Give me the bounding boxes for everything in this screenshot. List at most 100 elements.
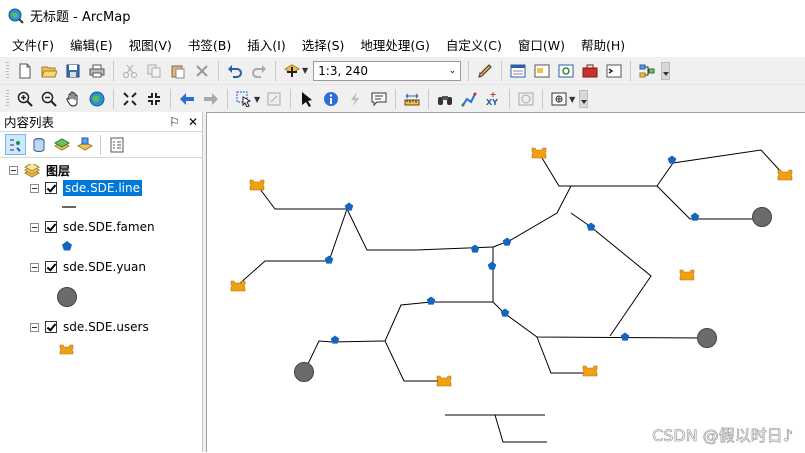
toolbar-grip[interactable] (6, 90, 9, 108)
delete-button[interactable] (191, 60, 213, 82)
layer-name[interactable]: sde.SDE.users (63, 320, 149, 334)
list-by-visibility-button[interactable] (51, 134, 72, 155)
copy-button[interactable] (143, 60, 165, 82)
time-slider-button[interactable] (515, 88, 537, 110)
menu-edit[interactable]: 编辑(E) (62, 33, 121, 56)
menu-geoprocessing[interactable]: 地理处理(G) (352, 33, 437, 56)
layer-row-famen[interactable]: sde.SDE.famen (30, 220, 155, 234)
user-point[interactable] (679, 269, 695, 281)
menu-view[interactable]: 视图(V) (121, 33, 180, 56)
toolbar-overflow-button[interactable] (661, 61, 671, 80)
model-builder-button[interactable] (636, 60, 658, 82)
pin-icon[interactable]: ⚐ (169, 115, 180, 129)
catalog-window-button[interactable] (531, 60, 553, 82)
pan-button[interactable] (62, 88, 84, 110)
collapse-icon[interactable] (30, 222, 39, 232)
go-forward-extent-button[interactable] (200, 88, 222, 110)
hyperlink-button[interactable] (344, 88, 366, 110)
yuan-circle[interactable] (752, 207, 772, 227)
user-point[interactable] (249, 179, 265, 191)
list-by-selection-button[interactable] (74, 134, 95, 155)
find-button[interactable] (434, 88, 456, 110)
toolbar-overflow-button[interactable] (579, 90, 589, 108)
valve-point[interactable] (586, 222, 596, 231)
clear-selection-button[interactable] (263, 88, 285, 110)
collapse-icon[interactable] (30, 322, 39, 332)
yuan-circle[interactable] (294, 362, 314, 382)
valve-point[interactable] (690, 212, 700, 221)
valve-point[interactable] (324, 255, 334, 264)
viewer-dropdown-icon[interactable]: ▼ (569, 95, 575, 104)
measure-button[interactable] (401, 88, 423, 110)
user-point[interactable] (436, 375, 452, 387)
layer-name[interactable]: sde.SDE.line (62, 179, 143, 197)
layer-visibility-checkbox[interactable] (45, 221, 57, 233)
select-features-dropdown-icon[interactable]: ▼ (254, 95, 260, 104)
yuan-circle[interactable] (697, 328, 717, 348)
menu-file[interactable]: 文件(F) (4, 33, 62, 56)
zoom-out-button[interactable] (38, 88, 60, 110)
redo-button[interactable] (248, 60, 270, 82)
add-data-button[interactable] (281, 60, 303, 82)
menu-help[interactable]: 帮助(H) (573, 33, 633, 56)
toolbar-grip[interactable] (6, 61, 9, 80)
valve-point[interactable] (470, 244, 480, 253)
valve-point[interactable] (667, 155, 677, 164)
user-point[interactable] (777, 169, 793, 181)
layer-row-yuan[interactable]: sde.SDE.yuan (30, 260, 146, 274)
save-button[interactable] (62, 60, 84, 82)
zoom-in-button[interactable] (14, 88, 36, 110)
layer-visibility-checkbox[interactable] (45, 321, 57, 333)
search-window-button[interactable] (555, 60, 577, 82)
go-to-xy-button[interactable]: XY (482, 88, 504, 110)
toc-options-button[interactable] (106, 134, 127, 155)
fixed-zoom-out-button[interactable] (143, 88, 165, 110)
paste-button[interactable] (167, 60, 189, 82)
find-route-button[interactable] (458, 88, 480, 110)
layer-row-line[interactable]: sde.SDE.line (30, 179, 143, 197)
valve-point[interactable] (487, 261, 497, 270)
undo-button[interactable] (224, 60, 246, 82)
close-icon[interactable]: ✕ (188, 115, 198, 129)
layer-name[interactable]: sde.SDE.famen (63, 220, 155, 234)
editor-toolbar-button[interactable] (474, 60, 496, 82)
collapse-icon[interactable] (30, 262, 39, 272)
menu-bookmarks[interactable]: 书签(B) (180, 33, 239, 56)
valve-point[interactable] (502, 237, 512, 246)
html-popup-button[interactable] (368, 88, 390, 110)
user-point[interactable] (582, 365, 598, 377)
table-of-contents-window-button[interactable] (507, 60, 529, 82)
go-back-extent-button[interactable] (176, 88, 198, 110)
collapse-icon[interactable] (9, 166, 18, 175)
open-button[interactable] (38, 60, 60, 82)
identify-button[interactable] (320, 88, 342, 110)
valve-point[interactable] (426, 296, 436, 305)
menu-customize[interactable]: 自定义(C) (438, 33, 510, 56)
python-window-button[interactable] (603, 60, 625, 82)
viewer-window-button[interactable] (548, 88, 570, 110)
menu-selection[interactable]: 选择(S) (294, 33, 353, 56)
valve-point[interactable] (620, 332, 630, 341)
menu-windows[interactable]: 窗口(W) (510, 33, 573, 56)
layer-name[interactable]: sde.SDE.yuan (63, 260, 146, 274)
cut-button[interactable] (119, 60, 141, 82)
list-by-drawing-order-button[interactable] (5, 134, 26, 155)
map-display[interactable]: CSDN @假以时日♪ (206, 112, 805, 452)
layer-visibility-checkbox[interactable] (45, 261, 57, 273)
map-scale-combo[interactable]: 1:3, 240 ⌄ (313, 60, 462, 81)
layer-visibility-checkbox[interactable] (45, 182, 57, 194)
layer-group-row[interactable]: 图层 (9, 162, 70, 179)
valve-point[interactable] (330, 335, 340, 344)
layer-row-users[interactable]: sde.SDE.users (30, 320, 149, 334)
new-document-button[interactable] (14, 60, 36, 82)
select-elements-button[interactable] (296, 88, 318, 110)
menu-insert[interactable]: 插入(I) (239, 33, 293, 56)
valve-point[interactable] (344, 202, 354, 211)
list-by-source-button[interactable] (28, 134, 49, 155)
user-point[interactable] (230, 280, 246, 292)
arctoolbox-button[interactable] (579, 60, 601, 82)
full-extent-button[interactable] (86, 88, 108, 110)
valve-point[interactable] (500, 308, 510, 317)
map-canvas[interactable] (207, 113, 805, 453)
select-features-button[interactable] (233, 88, 255, 110)
